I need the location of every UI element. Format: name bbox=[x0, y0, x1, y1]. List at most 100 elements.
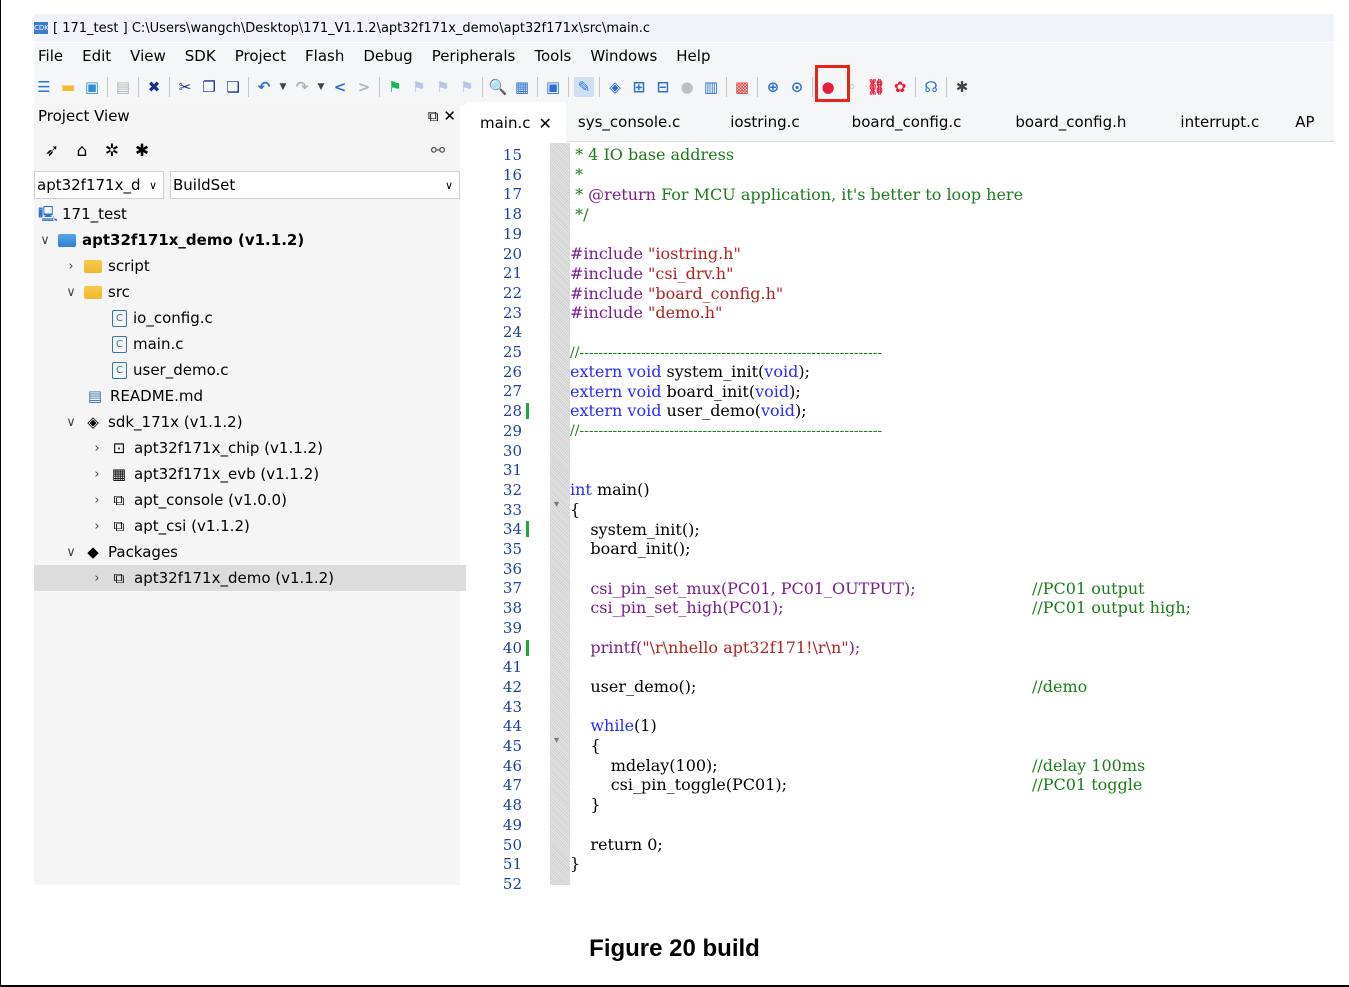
tree-item-src[interactable]: ∨ src bbox=[34, 279, 490, 305]
new-file-icon[interactable]: ☰ bbox=[34, 77, 54, 97]
menu-file[interactable]: File bbox=[38, 47, 63, 65]
code-line: #include "csi_drv.h" bbox=[570, 264, 733, 284]
undo-dropdown-icon[interactable]: ▼ bbox=[278, 77, 288, 97]
bookmark-toggle-icon[interactable]: ⚑ bbox=[385, 77, 405, 97]
flash-download-icon[interactable]: ▩ bbox=[732, 77, 752, 97]
tree-item-main-c[interactable]: C main.c bbox=[34, 331, 538, 357]
chevron-down-icon[interactable]: ∨ bbox=[64, 285, 78, 300]
locate-icon[interactable]: ➶ bbox=[40, 140, 64, 162]
redo-dropdown-icon[interactable]: ▼ bbox=[316, 77, 326, 97]
menu-debug[interactable]: Debug bbox=[363, 47, 412, 65]
headset-debug-icon[interactable]: ☊ bbox=[921, 77, 941, 97]
tree-item-packages[interactable]: ∨ ◆ Packages bbox=[34, 539, 490, 565]
tree-item-evb[interactable]: › ▦ apt32f171x_evb (v1.1.2) bbox=[34, 461, 516, 487]
code-area[interactable]: * 4 IO base address * * @return For MCU … bbox=[570, 143, 1334, 885]
link-icon[interactable]: ⚯ bbox=[426, 140, 450, 162]
plugin-icon[interactable]: ✱ bbox=[952, 77, 972, 97]
tab-iostring[interactable]: iostring.c bbox=[716, 103, 837, 141]
paste-icon[interactable]: ❏ bbox=[223, 77, 243, 97]
open-folder-icon[interactable]: ▬ bbox=[58, 77, 78, 97]
menu-view[interactable]: View bbox=[130, 47, 166, 65]
menu-help[interactable]: Help bbox=[676, 47, 710, 65]
zoom-in-icon[interactable]: ⊕ bbox=[763, 77, 783, 97]
tab-overflow[interactable]: AP bbox=[1295, 103, 1314, 141]
tab-board-config-c[interactable]: board_config.c bbox=[838, 103, 1002, 141]
chevron-right-icon[interactable]: › bbox=[90, 467, 104, 482]
fold-arrow-icon[interactable]: ▾ bbox=[554, 735, 559, 746]
chevron-right-icon[interactable]: › bbox=[90, 571, 104, 586]
code-token: extern void bbox=[570, 382, 662, 401]
panel-close-icon[interactable]: ✕ bbox=[443, 107, 456, 125]
plugin-icon[interactable]: ✱ bbox=[130, 140, 154, 162]
bookmark-prev-icon[interactable]: ⚑ bbox=[409, 77, 429, 97]
navigate-forward-icon[interactable]: > bbox=[354, 77, 374, 97]
navigate-back-icon[interactable]: < bbox=[330, 77, 350, 97]
chevron-down-icon[interactable]: ∨ bbox=[64, 545, 78, 560]
menu-peripherals[interactable]: Peripherals bbox=[432, 47, 516, 65]
cut-icon[interactable]: ✂ bbox=[175, 77, 195, 97]
edit-mode-icon[interactable]: ✎ bbox=[574, 77, 594, 97]
chevron-right-icon[interactable]: › bbox=[64, 259, 78, 274]
buildset-select[interactable]: BuildSet ∨ bbox=[170, 171, 460, 199]
toolbar-separator bbox=[568, 77, 569, 97]
tree-item-label: apt_csi (v1.1.2) bbox=[134, 517, 250, 535]
tree-item-io-config[interactable]: C io_config.c bbox=[34, 305, 538, 331]
redo-icon[interactable]: ↷ bbox=[292, 77, 312, 97]
tab-board-config-h[interactable]: board_config.h bbox=[1001, 103, 1166, 141]
menu-project[interactable]: Project bbox=[235, 47, 286, 65]
menu-edit[interactable]: Edit bbox=[82, 47, 111, 65]
fold-margin[interactable]: ▾ ▾ bbox=[550, 143, 570, 885]
bookmark-next-icon[interactable]: ⚑ bbox=[433, 77, 453, 97]
tree-item-user-demo[interactable]: C user_demo.c bbox=[34, 357, 538, 383]
tab-label: board_config.c bbox=[851, 113, 962, 131]
save-icon[interactable]: ▣ bbox=[82, 77, 102, 97]
tree-item-project[interactable]: ∨ apt32f171x_demo (v1.1.2) bbox=[34, 227, 464, 253]
tree-item-chip[interactable]: › ⊡ apt32f171x_chip (v1.1.2) bbox=[34, 435, 516, 461]
tab-main-c[interactable]: main.c ✕ bbox=[466, 102, 566, 142]
window-title: [ 171_test ] C:\Users\wangch\Desktop\171… bbox=[53, 20, 651, 36]
clean-icon[interactable]: ▥ bbox=[701, 77, 721, 97]
breakpoint-link-icon[interactable]: ⛓ bbox=[866, 77, 886, 97]
target-select[interactable]: apt32f171x_d ∨ bbox=[34, 171, 164, 199]
close-icon[interactable]: ✖ bbox=[144, 77, 164, 97]
find-replace-icon[interactable]: ▣ bbox=[543, 77, 563, 97]
tree-item-label: io_config.c bbox=[133, 309, 213, 327]
close-icon[interactable]: ✕ bbox=[539, 114, 552, 133]
panel-float-icon[interactable]: ⧉ bbox=[428, 107, 439, 125]
build-project-icon[interactable]: ◈ bbox=[605, 77, 625, 97]
tab-interrupt[interactable]: interrupt.c bbox=[1166, 103, 1295, 141]
tree-item-readme[interactable]: ▤ README.md bbox=[34, 383, 512, 409]
tree-item-sdk[interactable]: ∨ ◈ sdk_171x (v1.1.2) bbox=[34, 409, 490, 435]
code-token: int bbox=[570, 480, 592, 499]
tree-item-console[interactable]: › ⧉ apt_console (v1.0.0) bbox=[34, 487, 516, 513]
tree-item-package-demo[interactable]: › ⧉ apt32f171x_demo (v1.1.2) bbox=[34, 565, 516, 591]
chevron-right-icon[interactable]: › bbox=[90, 441, 104, 456]
menu-windows[interactable]: Windows bbox=[590, 47, 657, 65]
find-icon[interactable]: 🔍 bbox=[488, 77, 508, 97]
menu-sdk[interactable]: SDK bbox=[185, 47, 216, 65]
chevron-down-icon[interactable]: ∨ bbox=[38, 233, 52, 248]
rebuild-icon[interactable]: ⊟ bbox=[653, 77, 673, 97]
line-number: 35 bbox=[502, 540, 522, 558]
tree-item-workspace[interactable]: 🖳 171_test bbox=[34, 201, 464, 227]
bookmark-clear-icon[interactable]: ⚑ bbox=[457, 77, 477, 97]
stop-build-icon[interactable]: ● bbox=[677, 77, 697, 97]
save-all-icon[interactable]: ▤ bbox=[113, 77, 133, 97]
find-in-files-icon[interactable]: ▦ bbox=[512, 77, 532, 97]
tree-item-script[interactable]: › script bbox=[34, 253, 490, 279]
undo-icon[interactable]: ↶ bbox=[254, 77, 274, 97]
home-icon[interactable]: ⌂ bbox=[70, 140, 94, 162]
menu-tools[interactable]: Tools bbox=[534, 47, 571, 65]
chevron-right-icon[interactable]: › bbox=[90, 493, 104, 508]
copy-icon[interactable]: ❐ bbox=[199, 77, 219, 97]
breakpoint-clear-icon[interactable]: ✿ bbox=[890, 77, 910, 97]
fold-arrow-icon[interactable]: ▾ bbox=[554, 499, 559, 510]
build-icon[interactable]: ⊞ bbox=[629, 77, 649, 97]
zoom-debug-icon[interactable]: ⊙ bbox=[787, 77, 807, 97]
tab-sys-console[interactable]: sys_console.c bbox=[566, 103, 716, 141]
settings-icon[interactable]: ✲ bbox=[100, 140, 124, 162]
tree-item-csi[interactable]: › ⧉ apt_csi (v1.1.2) bbox=[34, 513, 516, 539]
chevron-right-icon[interactable]: › bbox=[90, 519, 104, 534]
chevron-down-icon[interactable]: ∨ bbox=[64, 415, 78, 430]
menu-flash[interactable]: Flash bbox=[305, 47, 344, 65]
